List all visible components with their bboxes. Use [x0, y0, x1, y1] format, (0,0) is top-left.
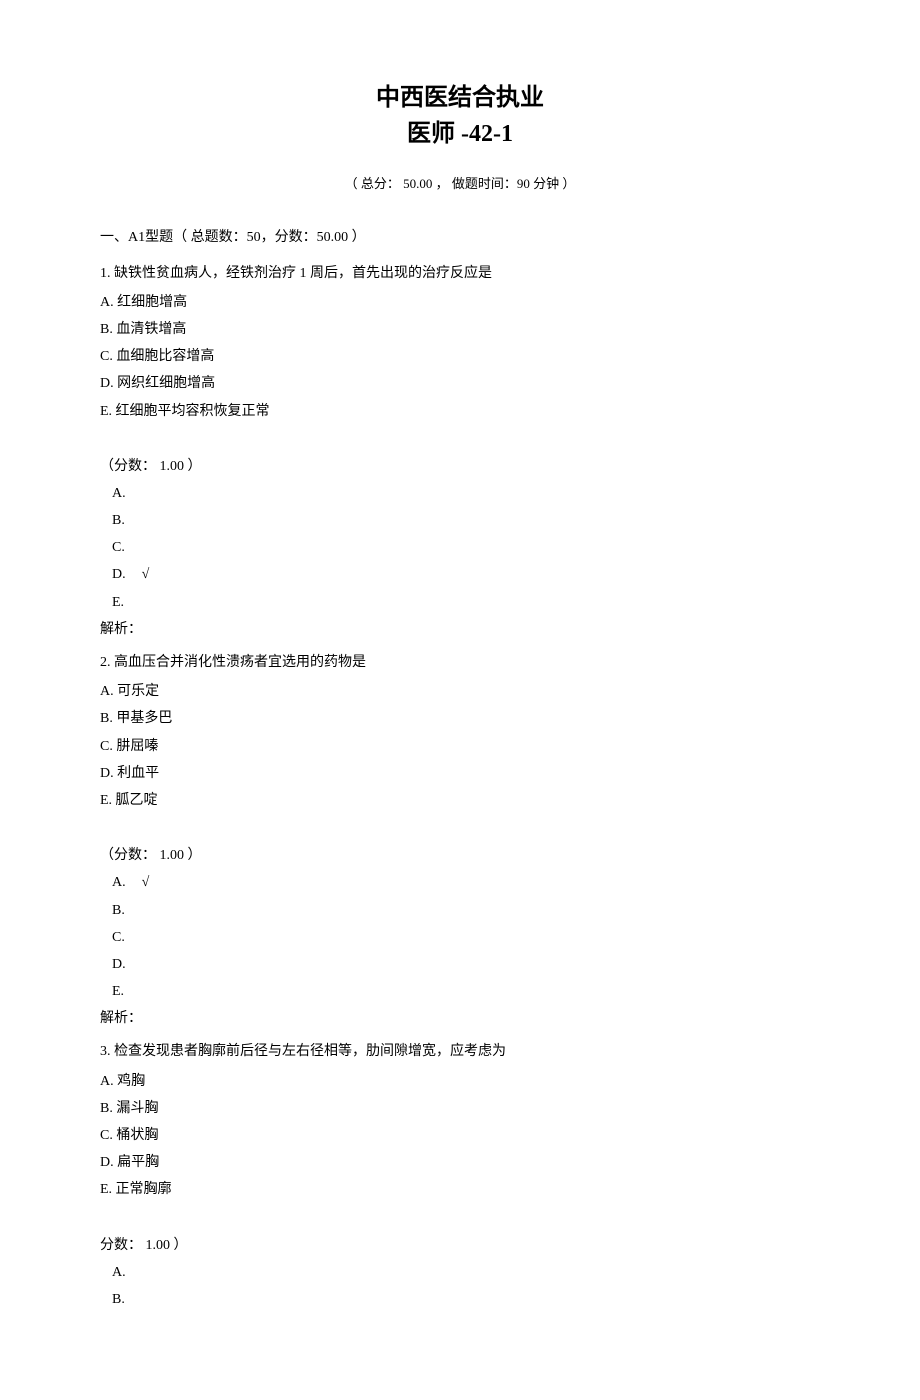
- analysis-label: 解析：: [100, 617, 820, 642]
- question-stem: 1. 缺铁性贫血病人，经铁剂治疗 1 周后，首先出现的治疗反应是: [100, 261, 820, 286]
- answer-line: A.√: [100, 870, 820, 895]
- question-option: A. 鸡胸: [100, 1069, 820, 1094]
- question-option: B. 漏斗胸: [100, 1096, 820, 1121]
- answer-line: E.: [100, 590, 820, 615]
- question-block: 1. 缺铁性贫血病人，经铁剂治疗 1 周后，首先出现的治疗反应是 A. 红细胞增高…: [100, 261, 820, 642]
- question-option: B. 甲基多巴: [100, 706, 820, 731]
- answer-line: C.: [100, 925, 820, 950]
- question-stem: 2. 高血压合并消化性溃疡者宜选用的药物是: [100, 650, 820, 675]
- question-option: E. 红细胞平均容积恢复正常: [100, 399, 820, 424]
- answer-line: B.: [100, 1287, 820, 1312]
- exam-title-line2: 医师 -42-1: [100, 116, 820, 152]
- question-option: E. 正常胸廓: [100, 1177, 820, 1202]
- question-option: D. 网织红细胞增高: [100, 371, 820, 396]
- score-label: （分数： 1.00 ）: [100, 843, 820, 868]
- question-option: A. 红细胞增高: [100, 290, 820, 315]
- answer-line: A.: [100, 481, 820, 506]
- question-option: D. 扁平胸: [100, 1150, 820, 1175]
- score-label: 分数： 1.00 ）: [100, 1233, 820, 1258]
- exam-meta: （ 总分： 50.00 ， 做题时间：90 分钟 ）: [100, 172, 820, 195]
- question-option: A. 可乐定: [100, 679, 820, 704]
- question-option: C. 血细胞比容增高: [100, 344, 820, 369]
- answer-line: B.: [100, 508, 820, 533]
- question-option: B. 血清铁增高: [100, 317, 820, 342]
- answer-line: C.: [100, 535, 820, 560]
- answer-line: B.: [100, 898, 820, 923]
- exam-title-line1: 中西医结合执业: [100, 80, 820, 116]
- question-option: C. 桶状胸: [100, 1123, 820, 1148]
- answer-line: E.: [100, 979, 820, 1004]
- question-option: C. 肼屈嗪: [100, 734, 820, 759]
- answer-line: A.: [100, 1260, 820, 1285]
- answer-line: D.: [100, 952, 820, 977]
- score-label: （分数： 1.00 ）: [100, 454, 820, 479]
- correct-mark-icon: √: [142, 875, 150, 890]
- question-block: 2. 高血压合并消化性溃疡者宜选用的药物是 A. 可乐定B. 甲基多巴 C. 肼屈嗪…: [100, 650, 820, 1031]
- correct-mark-icon: √: [142, 567, 150, 582]
- section-header: 一、A1型题（ 总题数：50，分数：50.00 ）: [100, 225, 820, 250]
- analysis-label: 解析：: [100, 1006, 820, 1031]
- question-block: 3. 检查发现患者胸廓前后径与左右径相等，肋间隙增宽，应考虑为 A. 鸡胸B. 漏…: [100, 1039, 820, 1312]
- question-stem: 3. 检查发现患者胸廓前后径与左右径相等，肋间隙增宽，应考虑为: [100, 1039, 820, 1064]
- answer-line: D.√: [100, 562, 820, 587]
- question-option: D. 利血平: [100, 761, 820, 786]
- question-option: E. 胍乙啶: [100, 788, 820, 813]
